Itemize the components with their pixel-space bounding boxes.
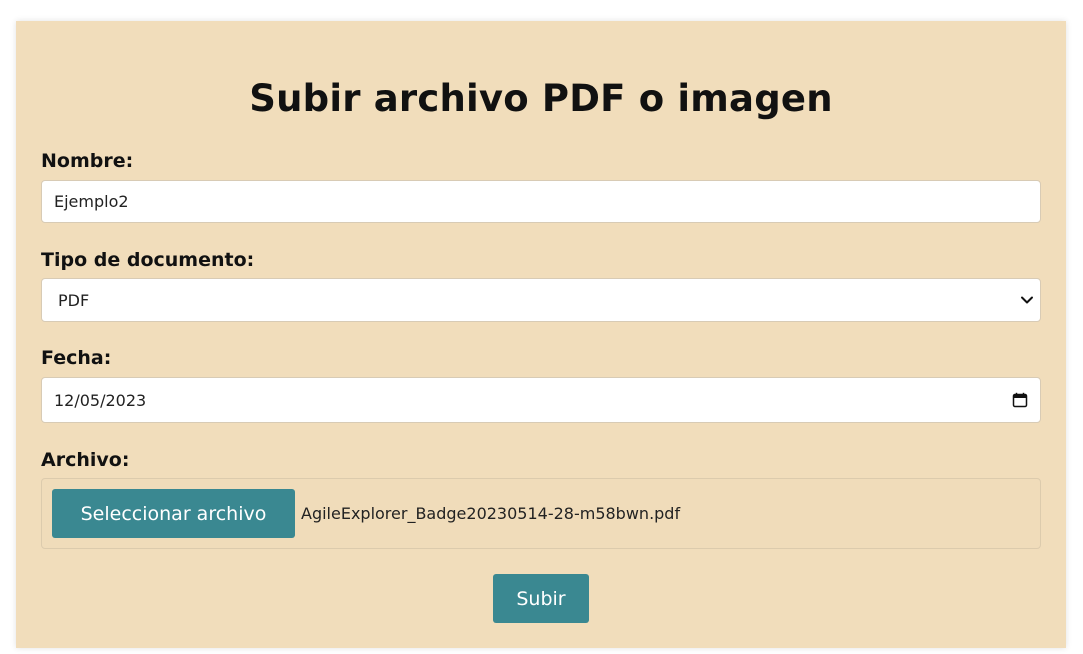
name-input[interactable]: Ejemplo2 (41, 180, 1041, 223)
doc-type-select[interactable]: PDF (41, 278, 1041, 322)
doc-type-label: Tipo de documento: (41, 249, 255, 271)
submit-button[interactable]: Subir (493, 574, 589, 623)
selected-file-name: AgileExplorer_Badge20230514-28-m58bwn.pd… (301, 504, 681, 523)
name-input-value: Ejemplo2 (54, 192, 129, 211)
date-label: Fecha: (41, 347, 112, 369)
file-label: Archivo: (41, 449, 130, 471)
page-title: Subir archivo PDF o imagen (249, 77, 833, 120)
select-file-button[interactable]: Seleccionar archivo (52, 489, 295, 538)
name-label: Nombre: (41, 150, 134, 172)
chevron-down-icon (1021, 296, 1033, 304)
doc-type-selected-value: PDF (58, 290, 90, 310)
date-input[interactable]: 12/05/2023 (41, 377, 1041, 423)
upload-form-panel: Subir archivo PDF o imagen Nombre: Ejemp… (16, 21, 1066, 648)
file-input[interactable]: Seleccionar archivo AgileExplorer_Badge2… (41, 478, 1041, 549)
calendar-icon[interactable] (1012, 392, 1028, 408)
date-input-value: 12/05/2023 (54, 390, 147, 410)
